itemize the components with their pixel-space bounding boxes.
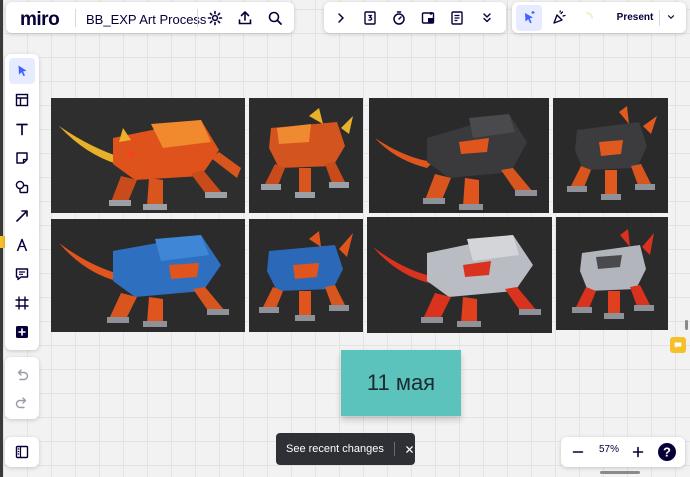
- zoom-level[interactable]: 57%: [596, 444, 622, 455]
- sticky-note[interactable]: 11 мая: [341, 350, 461, 416]
- silver-beast-front-image[interactable]: [556, 217, 668, 330]
- separator: [75, 9, 76, 27]
- present-button[interactable]: Present: [611, 6, 659, 28]
- chevron-down-icon[interactable]: [662, 6, 680, 28]
- frame-number-icon[interactable]: [357, 5, 383, 31]
- separator: [659, 10, 660, 26]
- left-toolbar: [5, 54, 39, 350]
- history-toolbar: [5, 357, 39, 419]
- black-beast-front-image[interactable]: [553, 98, 668, 213]
- search-icon[interactable]: [262, 5, 288, 31]
- recent-changes-toast: See recent changes: [276, 433, 415, 465]
- shapes-icon[interactable]: [9, 174, 35, 200]
- close-icon[interactable]: [404, 442, 415, 456]
- separator: [393, 442, 395, 456]
- blue-beast-perspective-image[interactable]: [51, 219, 245, 332]
- silver-beast-perspective-image[interactable]: [367, 217, 552, 333]
- orange-beast-perspective-image[interactable]: [51, 98, 245, 213]
- orange-beast-front-image[interactable]: [249, 98, 363, 213]
- upload-icon[interactable]: [232, 5, 258, 31]
- comment-icon[interactable]: [670, 337, 686, 353]
- board-panel: [5, 437, 39, 467]
- add-more-icon[interactable]: [9, 319, 35, 345]
- undo-icon[interactable]: [9, 362, 35, 388]
- separator: [197, 9, 198, 27]
- chevron-right-icon[interactable]: [328, 5, 354, 31]
- horizontal-scrollbar[interactable]: [600, 471, 640, 474]
- top-right-toolbar: Present: [512, 2, 686, 33]
- redo-icon[interactable]: [9, 390, 35, 416]
- timer-icon[interactable]: [386, 5, 412, 31]
- text-icon[interactable]: [9, 116, 35, 142]
- vertical-scrollbar[interactable]: [685, 320, 688, 330]
- plus-icon[interactable]: [625, 439, 651, 465]
- embed-icon[interactable]: [415, 5, 441, 31]
- comment-icon[interactable]: [9, 261, 35, 287]
- miro-logo[interactable]: miro: [20, 9, 60, 31]
- select-icon[interactable]: [9, 58, 35, 84]
- top-center-toolbar: [324, 2, 506, 33]
- reactions-icon[interactable]: [546, 5, 572, 31]
- notes-icon[interactable]: [444, 5, 470, 31]
- zoom-controls: ?: [561, 437, 685, 467]
- svg-text:?: ?: [663, 445, 671, 460]
- help-icon[interactable]: ?: [654, 439, 680, 465]
- black-beast-perspective-image[interactable]: [369, 98, 549, 213]
- top-left-toolbar: miro BB_EXP Art Process: [6, 2, 294, 33]
- board-panel-icon[interactable]: [9, 439, 35, 465]
- settings-icon[interactable]: [202, 5, 228, 31]
- sticky-note-icon[interactable]: [9, 145, 35, 171]
- see-recent-changes-link[interactable]: See recent changes: [286, 443, 384, 455]
- templates-icon[interactable]: [9, 87, 35, 113]
- loading-icon: [574, 5, 600, 31]
- connection-line-icon[interactable]: [9, 203, 35, 229]
- more-chevrons-icon[interactable]: [474, 5, 500, 31]
- minus-icon[interactable]: [565, 439, 591, 465]
- pen-icon[interactable]: [9, 232, 35, 258]
- board-title[interactable]: BB_EXP Art Process: [86, 12, 206, 27]
- blue-beast-front-image[interactable]: [249, 219, 363, 332]
- frame-icon[interactable]: [9, 290, 35, 316]
- cursor-arrow-icon[interactable]: [516, 5, 542, 31]
